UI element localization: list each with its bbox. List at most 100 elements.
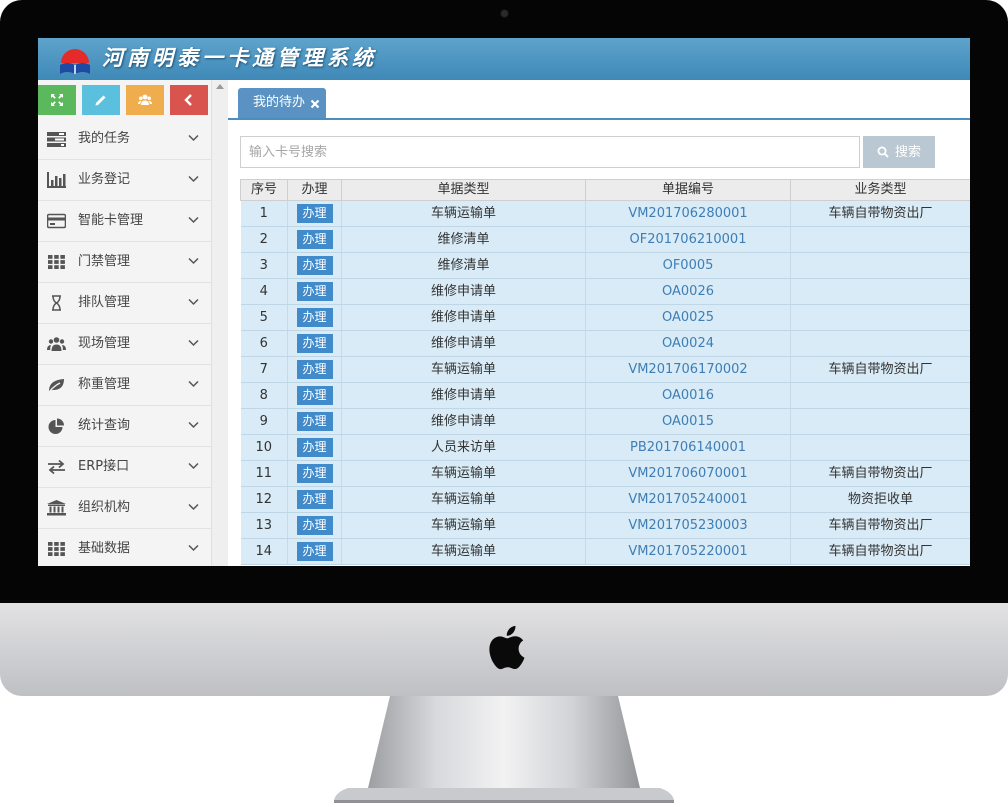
column-header[interactable]: 办理 <box>287 179 342 201</box>
doc-number-link[interactable]: VM201705220001 <box>585 538 791 565</box>
row-number: 12 <box>240 486 288 513</box>
search-input[interactable] <box>240 136 860 168</box>
sidebar-item-base-data[interactable]: 基础数据 <box>38 529 211 566</box>
doc-number-link[interactable]: OF201706210001 <box>585 226 791 253</box>
tab-label: 我的待办 <box>253 95 306 110</box>
table-row[interactable]: 3 办理 维修清单 OF0005 <box>240 252 970 279</box>
business-type-cell <box>790 408 970 435</box>
tab-bar: 我的待办 <box>228 80 970 120</box>
sidebar-item-erp[interactable]: ERP接口 <box>38 447 211 488</box>
doc-number-link[interactable]: OA0016 <box>585 382 791 409</box>
expand-icon <box>51 94 63 106</box>
shortcut-expand-button[interactable] <box>38 85 76 115</box>
doc-number-link[interactable]: OA0024 <box>585 330 791 357</box>
handle-button[interactable]: 办理 <box>296 542 333 561</box>
pencil-icon <box>95 95 106 106</box>
chevron-down-icon <box>188 216 199 224</box>
doc-type-cell: 车辆运输单 <box>341 356 586 383</box>
sidebar-menu: 我的任务 业务登记 智能卡管理 门禁管理 排队管理 现场管理 称重管理 统计查询… <box>38 119 211 566</box>
chevron-down-icon <box>188 257 199 265</box>
handle-button[interactable]: 办理 <box>296 464 333 483</box>
row-number: 1 <box>240 200 288 227</box>
doc-number-link[interactable]: OA0015 <box>585 408 791 435</box>
handle-button[interactable]: 办理 <box>296 230 333 249</box>
table-row[interactable]: 7 办理 车辆运输单 VM201706170002 车辆自带物资出厂 <box>240 356 970 383</box>
sidebar-item-smart-card[interactable]: 智能卡管理 <box>38 201 211 242</box>
row-number: 2 <box>240 226 288 253</box>
handle-button[interactable]: 办理 <box>296 308 333 327</box>
handle-button[interactable]: 办理 <box>296 386 333 405</box>
sidebar-item-queue[interactable]: 排队管理 <box>38 283 211 324</box>
handle-button[interactable]: 办理 <box>296 204 333 223</box>
table-row[interactable]: 10 办理 人员来访单 PB201706140001 <box>240 434 970 461</box>
shortcut-users-button[interactable] <box>126 85 164 115</box>
sidebar-item-label: 现场管理 <box>78 336 131 351</box>
sidebar-item-organization[interactable]: 组织机构 <box>38 488 211 529</box>
doc-number-link[interactable]: OA0025 <box>585 304 791 331</box>
sidebar-item-statistics[interactable]: 统计查询 <box>38 406 211 447</box>
tab-my-todo[interactable]: 我的待办 <box>238 88 326 118</box>
action-cell: 办理 <box>287 486 342 513</box>
company-logo-icon <box>60 49 90 74</box>
table-row[interactable]: 11 办理 车辆运输单 VM201706070001 车辆自带物资出厂 <box>240 460 970 487</box>
table-row[interactable]: 8 办理 维修申请单 OA0016 <box>240 382 970 409</box>
handle-button[interactable]: 办理 <box>296 490 333 509</box>
doc-number-link[interactable]: PB201706140001 <box>585 434 791 461</box>
close-icon[interactable] <box>310 99 320 109</box>
handle-button[interactable]: 办理 <box>296 516 333 535</box>
action-cell: 办理 <box>287 408 342 435</box>
table-row[interactable]: 4 办理 维修申请单 OA0026 <box>240 278 970 305</box>
search-button[interactable]: 搜索 <box>863 136 935 168</box>
exchange-icon <box>48 459 65 475</box>
chevron-down-icon <box>188 298 199 306</box>
action-cell: 办理 <box>287 252 342 279</box>
doc-type-cell: 人员来访单 <box>341 434 586 461</box>
handle-button[interactable]: 办理 <box>296 256 333 275</box>
handle-button[interactable]: 办理 <box>296 282 333 301</box>
table-row[interactable]: 2 办理 维修清单 OF201706210001 <box>240 226 970 253</box>
handle-button[interactable]: 办理 <box>296 334 333 353</box>
scroll-up-arrow-icon[interactable] <box>216 84 224 89</box>
column-header[interactable]: 单据编号 <box>585 179 791 201</box>
sidebar-item-access-control[interactable]: 门禁管理 <box>38 242 211 283</box>
pie-chart-icon <box>48 418 64 434</box>
table-row[interactable]: 12 办理 车辆运输单 VM201705240001 物资拒收单 <box>240 486 970 513</box>
tasks-icon <box>47 132 66 147</box>
hourglass-icon <box>52 295 61 311</box>
business-type-cell <box>790 226 970 253</box>
sidebar-item-site[interactable]: 现场管理 <box>38 324 211 365</box>
handle-button[interactable]: 办理 <box>296 412 333 431</box>
table-row[interactable]: 14 办理 车辆运输单 VM201705220001 车辆自带物资出厂 <box>240 538 970 565</box>
handle-button[interactable]: 办理 <box>296 360 333 379</box>
sidebar-item-my-tasks[interactable]: 我的任务 <box>38 119 211 160</box>
main-content: 我的待办 搜索 序号 办理 单据类型 单据编号 <box>228 80 970 566</box>
table-row[interactable]: 1 办理 车辆运输单 VM201706280001 车辆自带物资出厂 <box>240 200 970 227</box>
column-header[interactable]: 序号 <box>240 179 288 201</box>
doc-number-link[interactable]: VM201705230003 <box>585 512 791 539</box>
table-row[interactable]: 9 办理 维修申请单 OA0015 <box>240 408 970 435</box>
sidebar-item-business-register[interactable]: 业务登记 <box>38 160 211 201</box>
doc-number-link[interactable]: OA0026 <box>585 278 791 305</box>
table-row[interactable]: 13 办理 车辆运输单 VM201705230003 车辆自带物资出厂 <box>240 512 970 539</box>
doc-number-link[interactable]: VM201706070001 <box>585 460 791 487</box>
business-type-cell: 车辆自带物资出厂 <box>790 538 970 565</box>
shortcut-edit-button[interactable] <box>82 85 120 115</box>
shortcut-collapse-button[interactable] <box>170 85 208 115</box>
table-row[interactable]: 5 办理 维修申请单 OA0025 <box>240 304 970 331</box>
sidebar-scrollbar[interactable] <box>211 80 228 566</box>
sidebar: 我的任务 业务登记 智能卡管理 门禁管理 排队管理 现场管理 称重管理 统计查询… <box>38 80 212 566</box>
doc-number-link[interactable]: VM201706170002 <box>585 356 791 383</box>
action-cell: 办理 <box>287 512 342 539</box>
column-header[interactable]: 业务类型 <box>790 179 970 201</box>
table-row[interactable]: 6 办理 维修申请单 OA0024 <box>240 330 970 357</box>
sidebar-item-weighing[interactable]: 称重管理 <box>38 365 211 406</box>
doc-number-link[interactable]: OF0005 <box>585 252 791 279</box>
handle-button[interactable]: 办理 <box>296 438 333 457</box>
action-cell: 办理 <box>287 382 342 409</box>
group-icon <box>138 94 152 105</box>
column-header[interactable]: 单据类型 <box>341 179 586 201</box>
apple-logo-icon <box>489 625 525 670</box>
search-icon <box>877 146 889 158</box>
doc-number-link[interactable]: VM201705240001 <box>585 486 791 513</box>
doc-number-link[interactable]: VM201706280001 <box>585 200 791 227</box>
